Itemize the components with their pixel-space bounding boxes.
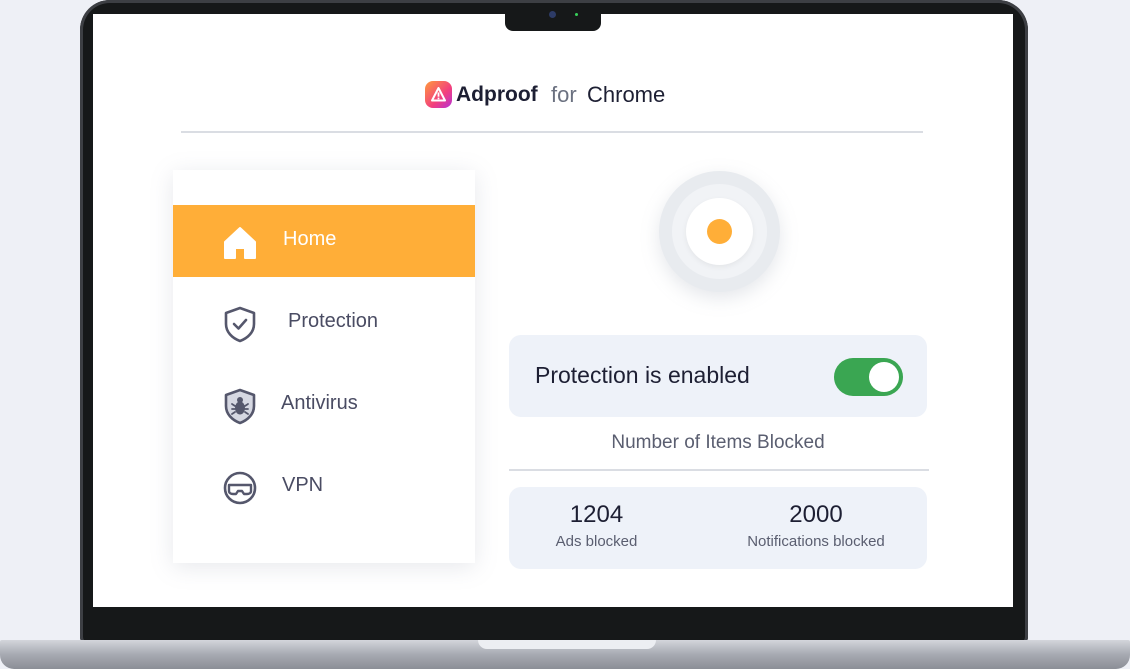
- header-divider: [181, 131, 923, 133]
- sidebar-item-protection[interactable]: Protection: [173, 287, 475, 359]
- sidebar-item-antivirus[interactable]: Antivirus: [173, 369, 475, 441]
- sidebar-item-label: Protection: [288, 310, 379, 332]
- stat-value: 1204: [569, 501, 624, 528]
- laptop-base: [0, 640, 1130, 669]
- toggle-knob: [869, 362, 899, 392]
- power-button[interactable]: [659, 171, 780, 292]
- for-label: for: [551, 82, 577, 107]
- blocked-stats-card: 1204 Ads blocked 2000 Notifications bloc…: [509, 487, 927, 569]
- protection-status-text: Protection is enabled: [535, 362, 750, 388]
- blocked-items-title: Number of Items Blocked: [611, 432, 825, 453]
- protection-toggle[interactable]: [834, 358, 903, 396]
- brand-name: Adproof: [456, 83, 538, 106]
- sidebar-item-label: Home: [283, 228, 337, 250]
- adproof-logo: [425, 81, 452, 108]
- shield-check-icon: [224, 306, 256, 343]
- home-icon: [224, 227, 256, 259]
- power-indicator-dot: [707, 219, 732, 244]
- stat-notifications-blocked: 2000 Notifications blocked: [721, 501, 911, 550]
- stat-label: Notifications blocked: [747, 533, 885, 550]
- stat-value: 2000: [789, 501, 843, 528]
- camera-icon: [549, 11, 556, 18]
- blocked-divider: [509, 469, 929, 471]
- vpn-mask-icon: [223, 471, 257, 505]
- stat-ads-blocked: 1204 Ads blocked: [529, 501, 664, 550]
- power-button-ring: [672, 184, 767, 279]
- camera-led: [575, 13, 578, 16]
- sidebar: Home Protection Antivirus VPN: [173, 170, 475, 563]
- stat-label: Ads blocked: [555, 533, 638, 550]
- app-screen: Adproof for Chrome Home Protection Antiv…: [93, 14, 1013, 607]
- power-button-face: [686, 198, 753, 265]
- sidebar-item-label: Antivirus: [281, 392, 358, 414]
- protection-status-card: Protection is enabled: [509, 335, 927, 417]
- laptop-base-notch: [478, 640, 656, 649]
- platform-label: Chrome: [587, 82, 666, 107]
- sidebar-item-label: VPN: [282, 474, 324, 496]
- sidebar-item-home[interactable]: Home: [173, 205, 475, 277]
- warning-triangle-icon: [431, 87, 446, 102]
- camera-notch: [505, 10, 601, 31]
- shield-bug-icon: [224, 388, 256, 425]
- sidebar-item-vpn[interactable]: VPN: [173, 451, 475, 523]
